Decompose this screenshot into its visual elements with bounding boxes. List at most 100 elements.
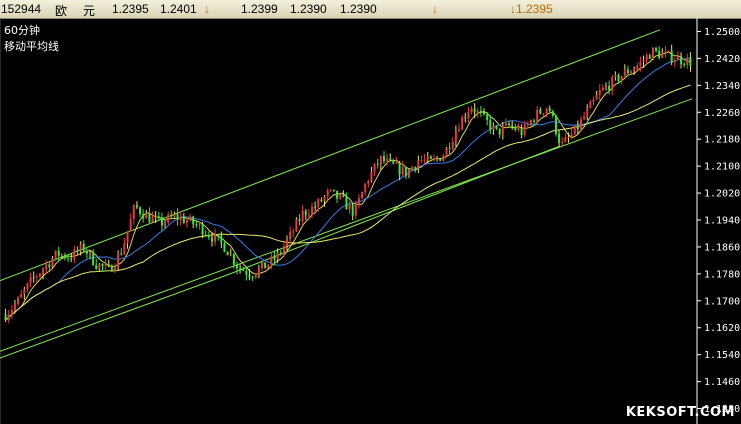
candle-body	[279, 252, 282, 254]
candle-body	[658, 50, 661, 58]
candle-body	[429, 156, 432, 159]
candle-body	[167, 214, 170, 223]
candle-body	[630, 71, 633, 74]
candle-body	[185, 220, 188, 223]
candle-body	[676, 56, 679, 61]
candle-body	[201, 223, 204, 235]
candle-body	[179, 216, 182, 220]
candle-body	[626, 69, 629, 74]
axis-frame	[0, 18, 698, 424]
quote-price-3: 1.2399	[241, 2, 278, 16]
candle-body	[329, 189, 332, 191]
candle-body	[470, 108, 473, 113]
candle-body	[476, 110, 479, 113]
candle-body	[351, 204, 354, 216]
candle-body	[126, 231, 129, 244]
candle-body	[348, 204, 351, 210]
candle-body	[270, 256, 273, 265]
candle-body	[73, 249, 76, 260]
candle-body	[545, 108, 548, 114]
chart-area[interactable]: 1.2500 1.2420 1.2340 1.2260 1.2180 1.2100 1.20…	[0, 18, 741, 424]
candle-body	[357, 198, 360, 205]
candle-body	[370, 171, 373, 182]
candle-body	[320, 199, 323, 202]
candle-body	[467, 112, 470, 118]
candle-body	[10, 309, 13, 315]
candle-body	[536, 109, 539, 122]
candle-body	[642, 60, 645, 62]
candle-body	[648, 55, 651, 59]
candle-body	[367, 181, 370, 184]
quote-price-5: 1.2390	[340, 2, 377, 16]
y-tick-label: 1.2020	[704, 189, 740, 200]
candle-body	[567, 136, 570, 138]
candle-body	[670, 50, 673, 63]
candle-body	[189, 216, 192, 221]
y-tick-label: 1.1540	[704, 350, 740, 361]
candle-body	[667, 50, 670, 52]
candle-body	[529, 120, 532, 125]
moving-averages	[5, 51, 691, 321]
candle-body	[107, 264, 110, 266]
candle-body	[526, 124, 529, 126]
candle-body	[170, 214, 173, 217]
candle-body	[464, 117, 467, 119]
candle-body	[104, 264, 107, 267]
candle-body	[207, 235, 210, 238]
candle-body	[289, 231, 292, 240]
price-chart[interactable]: 1.2500 1.2420 1.2340 1.2260 1.2180 1.2100 1.20…	[0, 18, 741, 424]
candles	[4, 44, 692, 324]
candle-body	[264, 262, 267, 269]
candle-body	[38, 273, 41, 277]
candle-body	[4, 314, 7, 321]
candle-body	[67, 258, 70, 260]
candle-body	[392, 159, 395, 164]
candle-body	[407, 169, 410, 177]
candle-body	[154, 216, 157, 218]
channel-mid-line-2	[229, 145, 561, 275]
candle-body	[689, 57, 692, 66]
candle-body	[398, 162, 401, 175]
candle-body	[608, 85, 611, 91]
candle-body	[458, 129, 461, 131]
candle-body	[151, 216, 154, 223]
y-tick-label: 1.2100	[704, 162, 740, 173]
candle-body	[192, 216, 195, 225]
candle-body	[311, 206, 314, 215]
candle-body	[617, 74, 620, 82]
quote-arrow-icon-1: ↓	[204, 2, 210, 16]
candle-body	[570, 134, 573, 137]
quote-price-4: 1.2390	[290, 2, 327, 16]
candle-body	[601, 87, 604, 91]
candle-body	[257, 268, 260, 276]
candle-body	[576, 125, 579, 129]
candle-body	[217, 234, 220, 237]
candle-body	[42, 269, 45, 274]
channel-mid-line-1	[0, 273, 231, 359]
candle-body	[123, 243, 126, 255]
candle-body	[251, 277, 254, 279]
candle-body	[79, 243, 82, 252]
candle-body	[235, 264, 238, 269]
candle-body	[558, 133, 561, 143]
candle-body	[354, 204, 357, 216]
candle-body	[301, 210, 304, 222]
quote-bar: 152944 欧 元 1.2395 1.2401 ↓ 1.2399 1.2390…	[0, 0, 741, 19]
y-tick-label: 1.2180	[704, 135, 740, 146]
candle-body	[680, 56, 683, 64]
candle-body	[139, 207, 142, 214]
candle-body	[232, 254, 235, 265]
candle-body	[326, 190, 329, 197]
candle-body	[433, 158, 435, 160]
candle-body	[135, 205, 138, 208]
candle-body	[13, 303, 16, 310]
candle-body	[623, 69, 626, 76]
candle-body	[364, 183, 367, 193]
candle-body	[142, 213, 145, 219]
candle-body	[551, 111, 554, 116]
candle-body	[173, 214, 176, 217]
candle-body	[29, 276, 32, 284]
watermark: KEKSOFT.COM	[625, 405, 735, 420]
candle-body	[286, 239, 289, 247]
candle-body	[636, 65, 639, 70]
